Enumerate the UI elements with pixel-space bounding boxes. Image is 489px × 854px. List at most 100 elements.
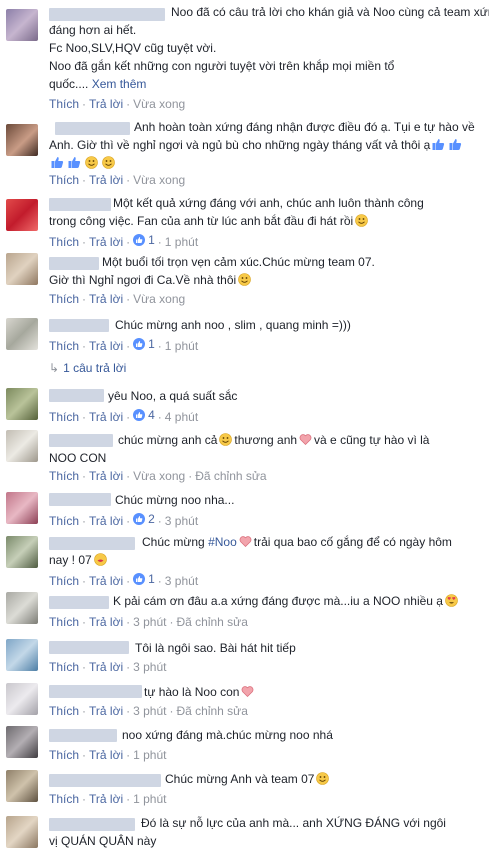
avatar[interactable]: [6, 536, 38, 568]
kissing-emoji-icon: [316, 772, 330, 785]
like-count-icon: [133, 409, 146, 421]
timestamp: 1 phút: [164, 235, 199, 249]
like-count[interactable]: 1: [148, 337, 155, 351]
reply-link[interactable]: Trả lời: [89, 235, 123, 249]
smile-emoji-icon: [85, 156, 98, 169]
comment-text: Anh hoàn toàn xứng đáng nhận được điều đ…: [134, 120, 475, 134]
avatar[interactable]: [6, 592, 38, 624]
like-count[interactable]: 1: [148, 572, 155, 586]
like-link[interactable]: Thích: [49, 292, 79, 306]
heart-icon: [239, 536, 252, 547]
like-count-icon: [133, 513, 146, 525]
reply-link[interactable]: Trả lời: [89, 469, 123, 483]
timestamp: 3 phút: [164, 514, 199, 528]
view-replies-link[interactable]: ↳ 1 câu trả lời: [49, 361, 126, 375]
comment-text: Đó là sự nỗ lực của anh mà... anh XỨNG Đ…: [141, 816, 446, 830]
avatar[interactable]: [6, 388, 38, 420]
timestamp: Vừa xong: [133, 97, 186, 111]
edited-label[interactable]: Đã chỉnh sửa: [176, 615, 247, 629]
avatar[interactable]: [6, 683, 38, 715]
see-more-link[interactable]: Xem thêm: [92, 77, 147, 91]
comment-text: K pải cám ơn đâu a.a xứng đáng được mà..…: [113, 594, 443, 608]
like-count[interactable]: 2: [148, 512, 155, 526]
like-link[interactable]: Thích: [49, 173, 79, 187]
thumbs-up-icon: [432, 139, 445, 150]
edited-label[interactable]: Đã chỉnh sửa: [176, 704, 247, 718]
comment-text: nay ! 07: [49, 553, 92, 567]
comment-text: Giờ thì Nghỉ ngơi đi Ca.Về nhà thôi: [49, 273, 237, 287]
like-link[interactable]: Thích: [49, 792, 79, 806]
avatar[interactable]: [6, 726, 38, 758]
comment-text: Noo đã có câu trả lời cho khán giả và No…: [171, 5, 489, 19]
like-count-icon: [133, 234, 146, 246]
like-count[interactable]: 4: [148, 408, 155, 422]
reply-link[interactable]: Trả lời: [89, 410, 123, 424]
smile-emoji-icon: [102, 156, 115, 169]
avatar[interactable]: [6, 9, 38, 41]
like-link[interactable]: Thích: [49, 235, 79, 249]
reply-link[interactable]: Trả lời: [89, 748, 123, 762]
avatar[interactable]: [6, 770, 38, 802]
reply-link[interactable]: Trả lời: [89, 792, 123, 806]
heart-eyes-emoji-icon: [444, 594, 458, 607]
edited-label[interactable]: Đã chỉnh sửa: [195, 469, 266, 483]
timestamp: 1 phút: [164, 339, 199, 353]
avatar[interactable]: [6, 253, 38, 285]
avatar[interactable]: [6, 124, 38, 156]
comment-text: trong công việc. Fan của anh từ lúc anh …: [49, 214, 354, 228]
like-link[interactable]: Thích: [49, 410, 79, 424]
thumbs-up-icon: [449, 139, 462, 150]
comment-text: vị QUÁN QUÂN này: [49, 834, 157, 848]
reply-link[interactable]: Trả lời: [89, 615, 123, 629]
comment-text: chúc mừng anh cả: [118, 433, 218, 447]
comment-text: yêu Noo, a quá suất sắc: [108, 389, 238, 403]
timestamp: Vừa xong: [133, 173, 186, 187]
timestamp: 3 phút: [133, 704, 167, 718]
avatar[interactable]: [6, 199, 38, 231]
like-link[interactable]: Thích: [49, 339, 79, 353]
avatar[interactable]: [6, 318, 38, 350]
timestamp: 4 phút: [164, 410, 199, 424]
hashtag-link[interactable]: #Noo: [208, 535, 237, 549]
lips-icon: [93, 553, 107, 566]
avatar[interactable]: [6, 816, 38, 848]
reply-link[interactable]: Trả lời: [89, 514, 123, 528]
like-link[interactable]: Thích: [49, 704, 79, 718]
reply-link[interactable]: Trả lời: [89, 292, 123, 306]
comment-text: Một kết quả xứng đáng với anh, chúc anh …: [113, 196, 424, 210]
reply-link[interactable]: Trả lời: [89, 660, 123, 674]
thumbs-up-icon: [68, 157, 81, 168]
like-count[interactable]: 1: [148, 233, 155, 247]
comment-text: Một buổi tối trọn vẹn cảm xúc.Chúc mừng …: [102, 255, 375, 269]
avatar[interactable]: [6, 492, 38, 524]
avatar[interactable]: [6, 430, 38, 462]
like-link[interactable]: Thích: [49, 97, 79, 111]
like-link[interactable]: Thích: [49, 748, 79, 762]
comment-text: thương anh: [234, 433, 298, 447]
timestamp: 1 phút: [133, 748, 167, 762]
heart-icon: [299, 434, 312, 445]
comment-text: Chúc mừng Anh và team 07: [165, 772, 315, 786]
reply-link[interactable]: Trả lời: [89, 704, 123, 718]
comment-text: Chúc mừng: [142, 535, 205, 549]
reply-link[interactable]: Trả lời: [89, 574, 123, 588]
like-count-icon: [133, 338, 146, 350]
like-link[interactable]: Thích: [49, 469, 79, 483]
kissing-emoji-icon: [219, 433, 233, 446]
reply-link[interactable]: Trả lời: [89, 97, 123, 111]
like-link[interactable]: Thích: [49, 660, 79, 674]
like-link[interactable]: Thích: [49, 615, 79, 629]
heart-icon: [242, 686, 254, 697]
comment-text: Fc Noo,SLV,HQV cũg tuyệt vời.: [49, 41, 217, 55]
comment-text: Chúc mừng noo nha...: [115, 493, 235, 507]
thumbs-up-icon: [51, 157, 64, 168]
like-link[interactable]: Thích: [49, 514, 79, 528]
reply-link[interactable]: Trả lời: [89, 339, 123, 353]
avatar[interactable]: [6, 639, 38, 671]
timestamp: 1 phút: [133, 792, 167, 806]
comment-text: quốc....: [49, 77, 89, 91]
comment-text: Anh. Giờ thì về nghỉ ngơi và ngủ bù cho …: [49, 138, 431, 152]
like-link[interactable]: Thích: [49, 574, 79, 588]
reply-link[interactable]: Trả lời: [89, 173, 123, 187]
timestamp: 3 phút: [133, 660, 167, 674]
